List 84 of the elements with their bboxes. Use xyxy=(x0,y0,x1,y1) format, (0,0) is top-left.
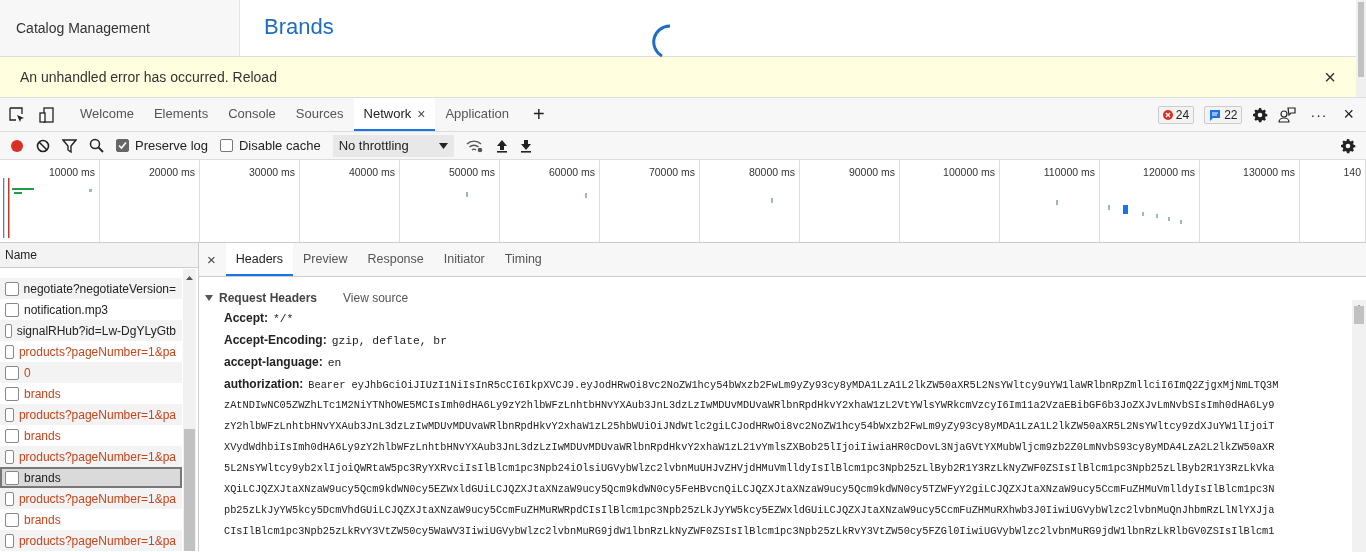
more-button[interactable]: ··· xyxy=(1306,106,1332,123)
time-tick-label: 110000 ms xyxy=(1043,166,1095,178)
request-row[interactable]: brands xyxy=(0,467,182,488)
time-tick-label: 80000 ms xyxy=(748,166,795,178)
header-name: accept-language: xyxy=(224,355,323,369)
network-conditions-icon[interactable] xyxy=(465,138,484,153)
devtools-tab[interactable]: Elements xyxy=(143,98,219,131)
scrollbar[interactable] xyxy=(183,269,196,551)
devtools-tab[interactable]: Welcome xyxy=(70,98,144,131)
detail-tab[interactable]: Response xyxy=(357,243,434,276)
preserve-log-checkbox[interactable]: Preserve log xyxy=(116,138,208,153)
error-icon xyxy=(1162,109,1173,120)
header-name: Accept-Encoding: xyxy=(224,333,327,347)
request-row[interactable]: products?pageNumber=1&pa xyxy=(0,488,182,509)
header-name: authorization: xyxy=(224,377,304,391)
clear-icon[interactable] xyxy=(36,138,50,153)
devtools-tab[interactable]: Console xyxy=(218,98,286,131)
header-value-line: 5L2NsYWltcy9yb2xlIjoiQWRtaW5pc3RyYXRvciIsIlBlcm1pc3Npb24iOlsiUGVybWlzc2lvbnMuUHJvZHVjdHMuVmlldyIsIlBlcm1pc3Npb25zLlByb2R1Y3RzLkNyZWF0ZSIsIlBlcm1pc3Npb25zLlByb2R1Y3RzLkVka xyxy=(224,462,1275,474)
time-tick-label: 130000 ms xyxy=(1243,166,1295,178)
time-tick-label: 10000 ms xyxy=(48,166,95,178)
add-tab-button[interactable]: + xyxy=(519,103,559,126)
column-header[interactable]: Name xyxy=(5,248,37,262)
header-value-line: pb25zLkJyYW5kcy5DcmVhdGUiLCJQZXJtaXNzaW9ucy5CcmFuZHMuRWRpdCIsIlBlcm1pc3Npb25zLkJyYW5kcy5EZWxldGUiLCJQZXJtaXNzaW9ucy5CcmFuZHMuRXhwb3J0IiwiUGVybWlzc2lvbnMuQnJhbmRzLlNlYXJja xyxy=(224,504,1275,516)
message-count-badge[interactable]: 22 xyxy=(1204,105,1243,124)
request-row[interactable]: products?pageNumber=1&pa xyxy=(0,530,182,551)
devtools-tab[interactable]: Sources xyxy=(285,98,354,131)
request-row[interactable]: products?pageNumber=1&pa xyxy=(0,404,182,425)
request-row[interactable]: signalRHub?id=Lw-DgYLyGtb xyxy=(0,320,182,341)
disable-cache-checkbox[interactable]: Disable cache xyxy=(220,138,321,153)
error-message: An unhandled error has occurred. xyxy=(20,69,229,85)
header-value: gzip, deflate, br xyxy=(331,335,447,347)
record-icon[interactable] xyxy=(10,138,24,153)
header-name: Accept: xyxy=(224,311,268,325)
header-value: */* xyxy=(273,313,294,325)
header-value: en xyxy=(327,357,342,369)
devtools-tab[interactable]: Application xyxy=(435,98,520,131)
time-tick-label: 40000 ms xyxy=(348,166,395,178)
close-button[interactable]: × xyxy=(1341,104,1356,125)
time-tick-label: 50000 ms xyxy=(448,166,495,178)
reload-link[interactable]: Reload xyxy=(232,69,277,85)
detail-tab[interactable]: Preview xyxy=(293,243,358,276)
header-value-line: zAtNDIwNC05ZWZhLTc1M2NiYTNhOWE5MCIsImh0dHA6Ly9zY2hlbWFzLnhtbHNvYXAub3JnL3dzLzIwMDUvMDUvaWRlbnRpdHkvY2xhaW1zL2VtYWlsYWRkcmVzcyI6Im11a2VzaEBibGF6b3JoZXJvLmNvbSIsImh0dHA6Ly9 xyxy=(224,399,1275,411)
time-tick-label: 20000 ms xyxy=(148,166,195,178)
upload-icon[interactable] xyxy=(495,138,508,153)
view-source-link[interactable]: View source xyxy=(323,291,409,305)
detail-tab[interactable]: Initiator xyxy=(433,243,495,276)
close-button[interactable]: × xyxy=(205,251,226,268)
feedback-icon[interactable] xyxy=(1278,106,1297,123)
error-count-badge[interactable]: 24 xyxy=(1157,105,1195,124)
sidebar-title: Catalog Management xyxy=(16,20,150,36)
request-row[interactable]: negotiate?negotiateVersion= xyxy=(0,278,182,299)
request-row[interactable]: 0 xyxy=(0,362,182,383)
close-button[interactable]: × xyxy=(1324,65,1336,89)
device-icon[interactable] xyxy=(38,105,56,124)
time-tick-label: 70000 ms xyxy=(648,166,695,178)
time-tick-label: 90000 ms xyxy=(848,166,895,178)
header-value-line: XVydWdhbiIsImh0dHA6Ly9zY2hlbWFzLnhtbHNvYXAub3JnL3dzLzIwMDUvMDUvaWRlbnRpdHkvY2xhaW1zL21vYmlsZXBob25lIjoiIiwiaHR0cDovL3NjaGVtYXMubWljcm9zb2Z0LmNvbS93cy8yMDA4LzA2L2lkZW50aXR xyxy=(224,441,1275,453)
header-value-line: zY2hlbWFzLnhtbHNvYXAub3JnL3dzLzIwMDUvMDUvaWRlbnRpdHkvY2xhaW1zL25hbWUiOiJNdWtlc2giLCJodHRwOi8vc2NoZW1hcy54bWxzb2FwLm9yZy93cy8yMDA1LzA1L2lkZW50aXR5L2NsYWltcy9zdXJuYW1lIjoiT xyxy=(224,420,1275,432)
message-icon xyxy=(1209,108,1222,121)
expand-arrow-icon[interactable] xyxy=(205,294,213,302)
filter-icon[interactable] xyxy=(62,138,77,153)
detail-tab[interactable]: Headers xyxy=(225,243,293,276)
inspect-icon[interactable] xyxy=(8,105,26,124)
throttling-select[interactable]: No throttling xyxy=(332,134,454,157)
time-tick-label: 100000 ms xyxy=(943,166,995,178)
time-tick-label: 120000 ms xyxy=(1143,166,1195,178)
settings-icon[interactable] xyxy=(1252,106,1269,123)
section-title[interactable]: Request Headers xyxy=(219,291,318,305)
page-title: Brands xyxy=(264,14,334,40)
network-settings-icon[interactable] xyxy=(1340,137,1356,154)
header-value-line: XQiLCJQZXJtaXNzaW9ucy5Qcm9kdWN0cy5EZWxldGUiLCJQZXJtaXNzaW9ucy5Qcm9kdWN0cy5FeHBvcnQiLCJQZXJtaXNzaW9ucy5Qcm9kdWN0cy5TZWFyY2giLCJQZXJtaXNzaW9ucy5CcmFuZHMuVmlldyIsIlBlcm1pc3N xyxy=(224,483,1275,495)
search-icon[interactable] xyxy=(89,138,104,153)
time-tick-label: 60000 ms xyxy=(548,166,595,178)
time-tick-label: 140 xyxy=(1343,166,1361,178)
time-tick-label: 30000 ms xyxy=(248,166,295,178)
caret-icon xyxy=(438,142,448,149)
request-row[interactable]: products?pageNumber=1&pa xyxy=(0,446,182,467)
devtools-tab[interactable]: Network × xyxy=(353,98,436,131)
checkmark-icon xyxy=(118,141,127,150)
download-icon[interactable] xyxy=(519,138,532,153)
detail-tab[interactable]: Timing xyxy=(494,243,552,276)
scrollbar-thumb[interactable] xyxy=(1358,2,1364,77)
header-value-line: CIsIlBlcm1pc3Npb25zLkRvY3VtZW50cy5WaWV3IiwiUGVybWlzc2lvbnMuRG9jdW1lbnRzLkNyZWF0ZSIsIlBlcm1pc3Npb25zLkRvY3VtZW50cy5FZGl0IiwiUGVybWlzc2lvbnMuRG9jdW1lbnRzLkRlbGV0ZSIsIlBlcm1 xyxy=(224,525,1275,537)
header-value: Bearer eyJhbGciOiJIUzI1NiIsInR5cCI6IkpXVCJ9.eyJodHRwOi8vc2NoZW1hcy54bWxzb2FwLm9yZy93cy8yMDA1LzA1L2lkZW50aXR5L2NsYWltcy9uYW1laWRlbnRpZmllciI6ImQ2ZjgxMjNmLTQ3M xyxy=(308,379,1279,391)
